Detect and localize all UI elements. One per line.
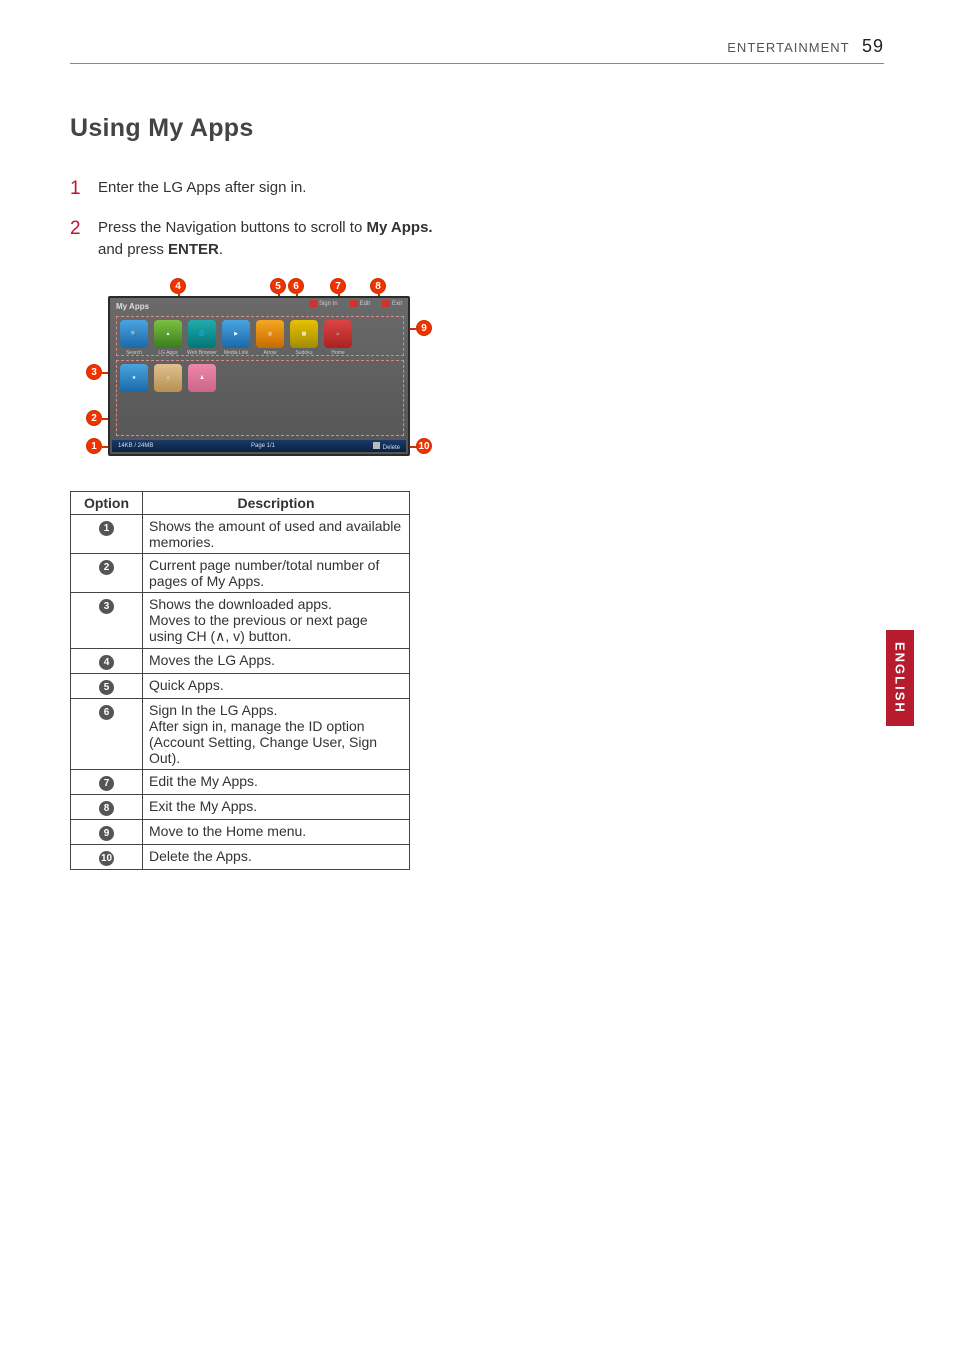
step-2-a: Press the Navigation buttons to scroll t… bbox=[98, 219, 366, 236]
topbar-exit: Exit bbox=[382, 300, 402, 307]
option-number-icon: 2 bbox=[99, 560, 114, 575]
option-number-icon: 4 bbox=[99, 655, 114, 670]
table-row: 3 Shows the downloaded apps. Moves to the… bbox=[71, 593, 410, 649]
status-delete: Delete bbox=[373, 442, 400, 451]
app-browser: 🌐Web Browser bbox=[188, 320, 216, 348]
step-2-d: ENTER bbox=[168, 241, 219, 258]
step-2-e: . bbox=[219, 241, 223, 258]
description-cell: Shows the amount of used and available m… bbox=[143, 515, 410, 554]
th-option: Option bbox=[71, 492, 143, 515]
table-row: 8 Exit the My Apps. bbox=[71, 795, 410, 820]
topbar-edit: Edit bbox=[350, 300, 370, 307]
option-number-icon: 7 bbox=[99, 776, 114, 791]
option-number-icon: 5 bbox=[99, 680, 114, 695]
app-item: ☼ bbox=[154, 364, 182, 392]
callout-8: 8 bbox=[370, 278, 386, 294]
callout-5: 5 bbox=[270, 278, 286, 294]
tv-screenshot: My Apps Sign In Edit Exit 🔍Search ▲LG Ap… bbox=[108, 296, 410, 456]
description-cell: Moves the LG Apps. bbox=[143, 649, 410, 674]
app-lgapps: ▲LG Apps bbox=[154, 320, 182, 348]
description-cell: Quick Apps. bbox=[143, 674, 410, 699]
downloaded-apps-row: ★ ☼ ♟ bbox=[120, 364, 216, 392]
callout-10: 10 bbox=[416, 438, 432, 454]
option-number-icon: 1 bbox=[99, 521, 114, 536]
description-cell: Exit the My Apps. bbox=[143, 795, 410, 820]
step-2-c: and press bbox=[98, 241, 168, 258]
th-description: Description bbox=[143, 492, 410, 515]
callout-6: 6 bbox=[288, 278, 304, 294]
description-cell: Shows the downloaded apps. Moves to the … bbox=[143, 593, 410, 649]
topbar-signin: Sign In bbox=[309, 300, 338, 307]
edit-icon bbox=[350, 300, 358, 307]
options-table: Option Description 1 Shows the amount of … bbox=[70, 491, 410, 870]
screenshot-figure: 1 2 3 4 5 6 7 8 9 10 My Apps Sig bbox=[70, 278, 440, 473]
option-cell: 9 bbox=[71, 820, 143, 845]
app-medialink: ▶Media Link bbox=[222, 320, 250, 348]
option-cell: 2 bbox=[71, 554, 143, 593]
language-tab: ENGLISH bbox=[886, 630, 914, 726]
option-number-icon: 6 bbox=[99, 705, 114, 720]
option-cell: 6 bbox=[71, 699, 143, 770]
callout-2: 2 bbox=[86, 410, 102, 426]
page-number: 59 bbox=[862, 36, 884, 56]
status-page: Page 1/1 bbox=[153, 443, 372, 449]
option-number-icon: 9 bbox=[99, 826, 114, 841]
page-header: ENTERTAINMENT 59 bbox=[70, 36, 884, 64]
option-cell: 5 bbox=[71, 674, 143, 699]
option-number-icon: 3 bbox=[99, 599, 114, 614]
table-row: 5 Quick Apps. bbox=[71, 674, 410, 699]
table-row: 4 Moves the LG Apps. bbox=[71, 649, 410, 674]
table-row: 10 Delete the Apps. bbox=[71, 845, 410, 870]
step-list: Enter the LG Apps after sign in. Press t… bbox=[70, 177, 440, 260]
signin-icon bbox=[309, 300, 317, 307]
app-item: ★ bbox=[120, 364, 148, 392]
callout-7: 7 bbox=[330, 278, 346, 294]
app-search: 🔍Search bbox=[120, 320, 148, 348]
description-cell: Delete the Apps. bbox=[143, 845, 410, 870]
exit-icon bbox=[382, 300, 390, 307]
option-number-icon: 10 bbox=[99, 851, 114, 866]
trash-icon bbox=[373, 442, 380, 449]
app-sudoku: ▦Sudoku bbox=[290, 320, 318, 348]
callout-4: 4 bbox=[170, 278, 186, 294]
callout-3: 3 bbox=[86, 364, 102, 380]
quick-apps-row: 🔍Search ▲LG Apps 🌐Web Browser ▶Media Lin… bbox=[120, 320, 352, 348]
step-2: Press the Navigation buttons to scroll t… bbox=[70, 217, 440, 261]
table-row: 9 Move to the Home menu. bbox=[71, 820, 410, 845]
app-arrow: ◎Arrow bbox=[256, 320, 284, 348]
page-title: Using My Apps bbox=[70, 114, 884, 143]
table-row: 1 Shows the amount of used and available … bbox=[71, 515, 410, 554]
table-row: 7 Edit the My Apps. bbox=[71, 770, 410, 795]
option-cell: 3 bbox=[71, 593, 143, 649]
option-cell: 8 bbox=[71, 795, 143, 820]
section-label: ENTERTAINMENT bbox=[727, 40, 849, 55]
step-1: Enter the LG Apps after sign in. bbox=[70, 177, 440, 199]
option-number-icon: 8 bbox=[99, 801, 114, 816]
step-1-text: Enter the LG Apps after sign in. bbox=[98, 179, 306, 196]
table-row: 2 Current page number/total number of pag… bbox=[71, 554, 410, 593]
description-cell: Sign In the LG Apps. After sign in, mana… bbox=[143, 699, 410, 770]
description-cell: Current page number/total number of page… bbox=[143, 554, 410, 593]
callout-9: 9 bbox=[416, 320, 432, 336]
step-2-b: My Apps. bbox=[366, 219, 432, 236]
app-home: ⌂Home bbox=[324, 320, 352, 348]
callout-1: 1 bbox=[86, 438, 102, 454]
option-cell: 1 bbox=[71, 515, 143, 554]
option-cell: 7 bbox=[71, 770, 143, 795]
description-cell: Edit the My Apps. bbox=[143, 770, 410, 795]
option-cell: 4 bbox=[71, 649, 143, 674]
app-item: ♟ bbox=[188, 364, 216, 392]
status-memory: 14KB / 24MB bbox=[118, 443, 153, 449]
description-cell: Move to the Home menu. bbox=[143, 820, 410, 845]
screenshot-title: My Apps bbox=[116, 302, 149, 311]
table-row: 6 Sign In the LG Apps. After sign in, man… bbox=[71, 699, 410, 770]
option-cell: 10 bbox=[71, 845, 143, 870]
screenshot-topbar: Sign In Edit Exit bbox=[309, 300, 402, 307]
screenshot-statusbar: 14KB / 24MB Page 1/1 Delete bbox=[112, 440, 406, 452]
